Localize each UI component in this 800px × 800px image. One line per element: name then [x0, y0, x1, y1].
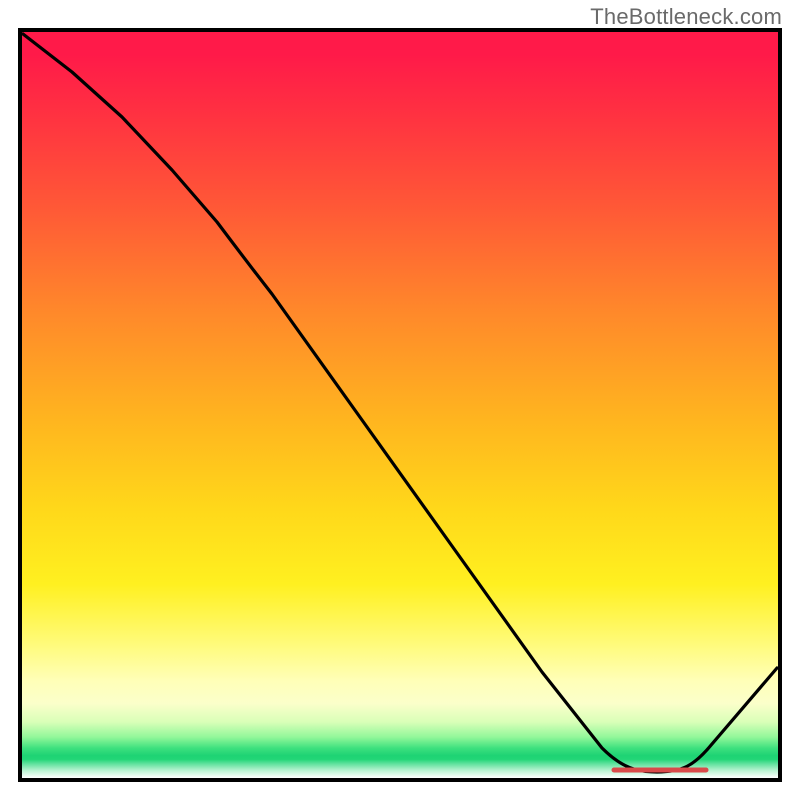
- plot-area: [18, 28, 782, 782]
- plot-overlay: [22, 32, 778, 778]
- watermark-text: TheBottleneck.com: [590, 4, 782, 30]
- main-curve: [23, 34, 777, 772]
- chart-canvas: TheBottleneck.com: [0, 0, 800, 800]
